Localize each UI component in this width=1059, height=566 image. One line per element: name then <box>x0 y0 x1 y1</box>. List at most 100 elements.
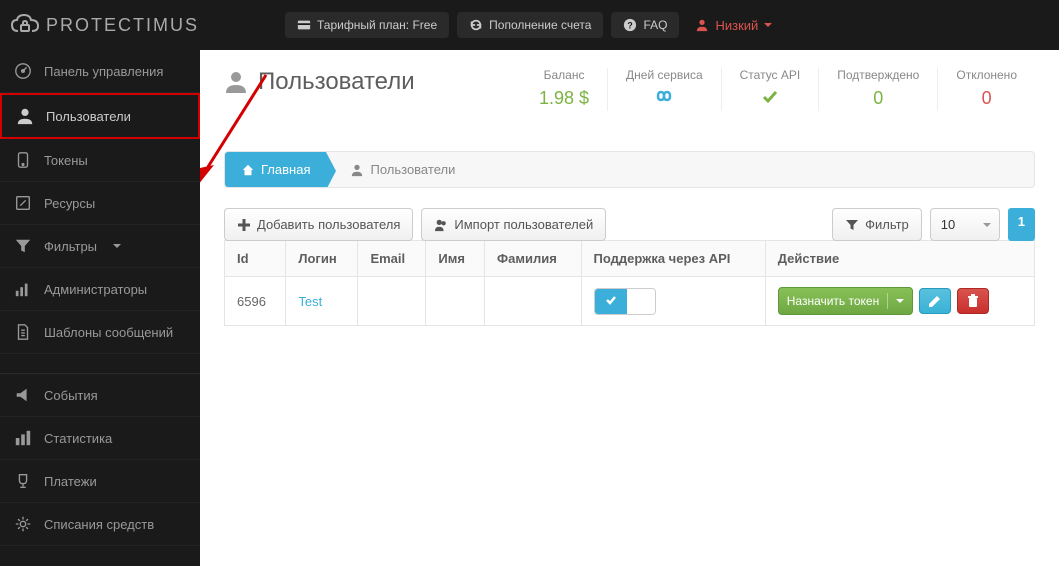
user-icon <box>350 163 364 177</box>
filter-icon <box>14 237 32 255</box>
card-icon <box>297 18 311 32</box>
sidebar-item-dashboard[interactable]: Панель управления <box>0 50 200 93</box>
user-menu[interactable]: Низкий <box>695 18 772 33</box>
plus-icon <box>237 218 251 232</box>
sidebar-item-payments[interactable]: Платежи <box>0 460 200 503</box>
cell-action: Назначить токен <box>765 277 1034 326</box>
stat-api: Статус API <box>721 68 819 111</box>
cell-email <box>358 277 426 326</box>
check-icon <box>595 289 627 314</box>
th-action[interactable]: Действие <box>765 241 1034 277</box>
stat-value: 1.98 $ <box>539 88 589 109</box>
topbar: PROTECTIMUS Тарифный план: Free Пополнен… <box>0 0 1059 50</box>
tariff-button[interactable]: Тарифный план: Free <box>285 12 449 38</box>
bars-icon <box>14 280 32 298</box>
breadcrumb-current: Пользователи <box>326 152 471 187</box>
sidebar-item-tokens[interactable]: Токены <box>0 139 200 182</box>
sidebar-item-stats[interactable]: Статистика <box>0 417 200 460</box>
sidebar-item-filters[interactable]: Фильтры <box>0 225 200 268</box>
user-label: Низкий <box>715 18 758 33</box>
brand-logo[interactable]: PROTECTIMUS <box>10 13 200 37</box>
user-icon <box>695 18 709 32</box>
document-icon <box>14 323 32 341</box>
sidebar-item-label: Статистика <box>44 431 112 446</box>
assign-token-button[interactable]: Назначить токен <box>778 287 914 315</box>
th-login[interactable]: Логин <box>286 241 358 277</box>
gear-icon <box>14 515 32 533</box>
delete-button[interactable] <box>957 288 989 314</box>
sidebar-item-label: Ресурсы <box>44 196 95 211</box>
th-last-name[interactable]: Фамилия <box>485 241 581 277</box>
trash-icon <box>966 294 980 308</box>
breadcrumb: Главная Пользователи <box>224 151 1035 188</box>
user-icon <box>224 70 248 94</box>
sidebar: Панель управления Пользователи Токены Ре… <box>0 50 200 566</box>
th-api[interactable]: Поддержка через API <box>581 241 765 277</box>
recharge-label: Пополнение счета <box>489 18 591 32</box>
page-number-badge[interactable]: 1 <box>1008 208 1035 241</box>
stat-label: Статус API <box>740 68 801 82</box>
gauge-icon <box>14 62 32 80</box>
sidebar-item-label: Токены <box>44 153 88 168</box>
stat-label: Подтверждено <box>837 68 919 82</box>
sidebar-item-events[interactable]: События <box>0 374 200 417</box>
sidebar-item-admins[interactable]: Администраторы <box>0 268 200 311</box>
infinity-icon <box>626 88 703 109</box>
device-icon <box>14 151 32 169</box>
trophy-icon <box>14 472 32 490</box>
faq-button[interactable]: ? FAQ <box>611 12 679 38</box>
sidebar-item-label: События <box>44 388 98 403</box>
sidebar-item-label: Шаблоны сообщений <box>44 325 173 340</box>
sidebar-item-label: Платежи <box>44 474 97 489</box>
stat-days: Дней сервиса <box>607 68 721 111</box>
stat-label: Дней сервиса <box>626 68 703 82</box>
pencil-icon <box>928 294 942 308</box>
caret-down-icon <box>764 23 772 27</box>
refresh-icon <box>469 18 483 32</box>
stat-declined: Отклонено 0 <box>937 68 1035 111</box>
megaphone-icon <box>14 386 32 404</box>
caret-down-icon <box>113 244 121 248</box>
users-table: Id Логин Email Имя Фамилия Поддержка чер… <box>224 240 1035 326</box>
edit-icon <box>14 194 32 212</box>
filter-icon <box>845 218 859 232</box>
toolbar: Добавить пользователя Импорт пользовател… <box>224 208 1035 241</box>
th-id[interactable]: Id <box>225 241 286 277</box>
table-row: 6596 Test Назначить токе <box>225 277 1035 326</box>
sidebar-item-resources[interactable]: Ресурсы <box>0 182 200 225</box>
cloud-lock-icon <box>10 13 40 37</box>
user-link[interactable]: Test <box>298 294 322 309</box>
sidebar-item-debits[interactable]: Списания средств <box>0 503 200 546</box>
sidebar-item-label: Списания средств <box>44 517 154 532</box>
breadcrumb-home[interactable]: Главная <box>225 152 326 187</box>
sidebar-divider <box>0 354 200 374</box>
sidebar-item-label: Пользователи <box>46 109 131 124</box>
sidebar-item-templates[interactable]: Шаблоны сообщений <box>0 311 200 354</box>
users-icon <box>434 218 448 232</box>
recharge-button[interactable]: Пополнение счета <box>457 12 603 38</box>
tariff-label: Тарифный план: Free <box>317 18 437 32</box>
caret-down-icon <box>896 299 904 303</box>
th-email[interactable]: Email <box>358 241 426 277</box>
edit-button[interactable] <box>919 288 951 314</box>
add-user-button[interactable]: Добавить пользователя <box>224 208 413 241</box>
sidebar-item-users[interactable]: Пользователи <box>0 93 200 139</box>
sidebar-item-label: Администраторы <box>44 282 147 297</box>
user-icon <box>16 107 34 125</box>
filter-button[interactable]: Фильтр <box>832 208 922 241</box>
th-first-name[interactable]: Имя <box>426 241 485 277</box>
check-icon <box>740 88 801 111</box>
brand-text: PROTECTIMUS <box>46 15 199 36</box>
stats-panel: Баланс 1.98 $ Дней сервиса Статус API <box>521 68 1035 111</box>
faq-label: FAQ <box>643 18 667 32</box>
cell-id: 6596 <box>225 277 286 326</box>
chart-icon <box>14 429 32 447</box>
cell-login: Test <box>286 277 358 326</box>
page-size-select[interactable]: 10 <box>930 208 1000 241</box>
home-icon <box>241 163 255 177</box>
api-toggle[interactable] <box>594 288 656 315</box>
svg-text:?: ? <box>628 21 633 31</box>
import-users-button[interactable]: Импорт пользователей <box>421 208 606 241</box>
stat-label: Баланс <box>539 68 589 82</box>
sidebar-item-label: Фильтры <box>44 239 97 254</box>
